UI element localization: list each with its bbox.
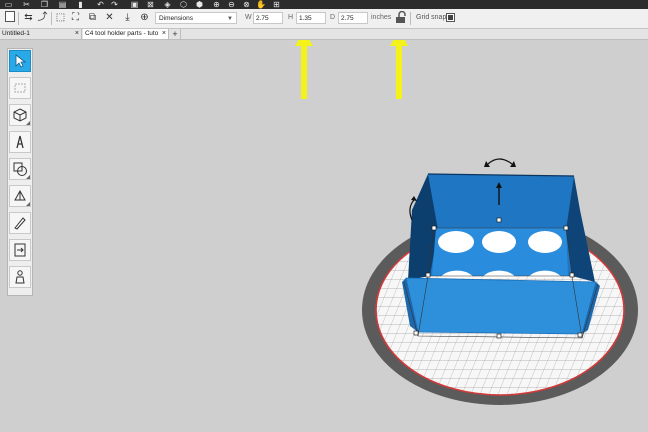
height-label: H: [288, 14, 294, 21]
text-tool[interactable]: [9, 131, 31, 153]
cursor-arrow-icon: [15, 54, 27, 68]
group-icon[interactable]: ▣: [130, 0, 139, 9]
tab-c4-tool-holder[interactable]: C4 tool holder parts - tuto ×: [83, 29, 169, 39]
import-tool[interactable]: [9, 239, 31, 261]
zoom-fit-icon[interactable]: ⊗: [242, 0, 251, 9]
new-icon[interactable]: ▭: [4, 0, 13, 9]
3d-viewport[interactable]: [0, 40, 648, 432]
mode-dropdown[interactable]: Dimensions ▼: [155, 12, 237, 24]
node-edit-tool[interactable]: [9, 77, 31, 99]
fill-swatch-icon[interactable]: [3, 11, 16, 25]
node-edit-icon: [14, 83, 26, 93]
rotate-view-icon[interactable]: ⬢: [195, 0, 204, 9]
grid-snap-label: Grid snap: [416, 14, 447, 21]
3d-box-icon[interactable]: ◈: [163, 0, 172, 9]
copy-icon[interactable]: ❐: [40, 0, 49, 9]
annotation-arrow-height: [295, 40, 313, 99]
flip-icon[interactable]: ⇆: [22, 11, 35, 25]
document-tabs: Untitled-1 × C4 tool holder parts - tuto…: [0, 29, 648, 40]
close-icon[interactable]: ×: [160, 29, 166, 39]
separator: [51, 12, 52, 25]
units-label: inches: [371, 14, 392, 21]
shape-tool[interactable]: [9, 158, 31, 180]
annotation-arrow-lock: [390, 40, 408, 99]
undo-icon[interactable]: ↶: [96, 0, 105, 9]
chevron-down-icon: ▼: [227, 16, 233, 22]
width-label: W: [245, 14, 252, 21]
tab-untitled[interactable]: Untitled-1 ×: [0, 29, 82, 39]
cut-icon[interactable]: ✂: [22, 0, 31, 9]
transform-icon[interactable]: ⛶: [69, 11, 82, 25]
knife-tool[interactable]: [9, 212, 31, 234]
depth-label: D: [330, 14, 336, 21]
text-a-icon: [16, 135, 24, 149]
zoom-box-icon[interactable]: ⊞: [272, 0, 281, 9]
options-bar: ⇆ ⤴ ⬚ ⛶ ⧉ ✕ ⤓ ⊕ Dimensions ▼ W 2.75 H 1.…: [0, 9, 648, 29]
height-field[interactable]: 1.35: [296, 12, 326, 24]
mode-dropdown-value: Dimensions: [159, 15, 193, 22]
rotate-handle-icon[interactable]: [487, 158, 513, 165]
import-icon: [14, 243, 26, 257]
tab-label: Untitled-1: [2, 30, 30, 37]
zoom-out-icon[interactable]: ⊖: [227, 0, 236, 9]
pan-hand-icon[interactable]: ✋: [256, 0, 266, 9]
knife-icon: [14, 217, 26, 230]
close-x-icon[interactable]: ✕: [103, 11, 116, 25]
drop-to-floor-icon[interactable]: ⤓: [121, 11, 134, 25]
figure-tool[interactable]: [9, 266, 31, 288]
main-toolbar: ▭ ✂ ❐ ▤ ▮ ↶ ↷ ▣ ⊠ ◈ ⬡ ⬢ ⊕ ⊖ ⊗ ✋ ⊞: [0, 0, 648, 9]
separator: [18, 12, 19, 25]
add-tab-button[interactable]: +: [170, 29, 181, 39]
grid-snap-checkbox[interactable]: [446, 13, 455, 22]
3d-view-icon[interactable]: ⬡: [179, 0, 188, 9]
center-icon[interactable]: ⊕: [138, 11, 151, 25]
person-figure-icon: [15, 270, 25, 284]
paste-icon[interactable]: ▤: [58, 0, 67, 9]
tool-panel: [7, 48, 33, 296]
redo-icon[interactable]: ↷: [110, 0, 119, 9]
3d-shape-tool[interactable]: [9, 104, 31, 126]
width-field[interactable]: 2.75: [253, 12, 283, 24]
paint-tool[interactable]: [9, 185, 31, 207]
zoom-in-icon[interactable]: ⊕: [212, 0, 221, 9]
depth-field[interactable]: 2.75: [338, 12, 368, 24]
box-front-wall: [405, 277, 597, 335]
duplicate-icon[interactable]: ⧉: [86, 11, 99, 25]
delete-icon[interactable]: ▮: [76, 0, 85, 9]
close-icon[interactable]: ×: [75, 29, 79, 39]
separator: [410, 12, 411, 25]
select-frame-icon[interactable]: ⬚: [54, 11, 67, 25]
ungroup-icon[interactable]: ⊠: [146, 0, 155, 9]
select-tool[interactable]: [9, 50, 31, 72]
proportion-lock-icon[interactable]: [395, 11, 407, 24]
tab-label: C4 tool holder parts - tuto: [85, 30, 159, 37]
mirror-icon[interactable]: ⤴: [36, 11, 49, 25]
